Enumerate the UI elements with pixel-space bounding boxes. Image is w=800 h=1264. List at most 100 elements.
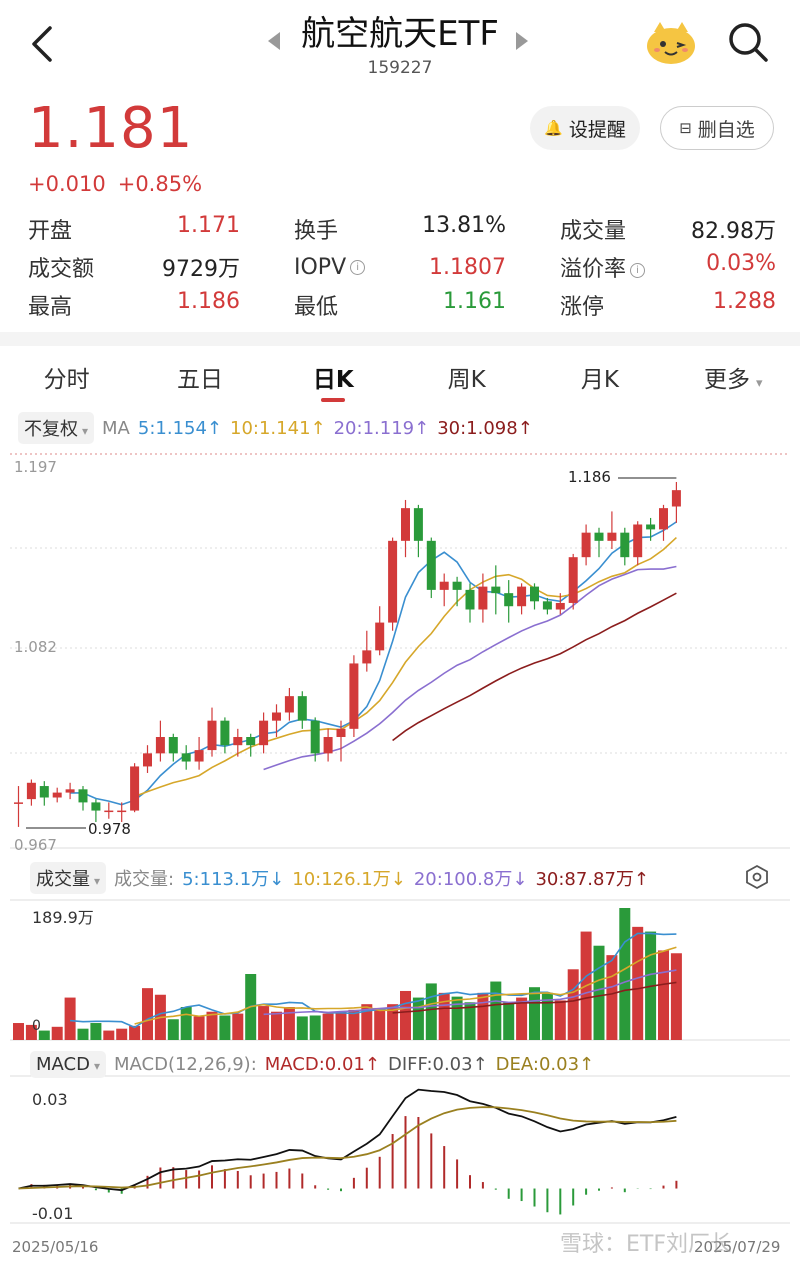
volume-max-label: 189.9万 — [32, 908, 94, 927]
ma30-line — [392, 592, 677, 742]
bell-icon: 🔔 — [544, 119, 563, 137]
candle-body — [336, 728, 346, 738]
tab-label: 五日 — [176, 367, 223, 393]
candle-body — [78, 789, 88, 803]
candle-body — [130, 766, 140, 811]
tab-0[interactable]: 分时 — [0, 352, 133, 408]
settings-hexagon-icon[interactable] — [744, 864, 770, 890]
stat-value: 1.171 — [177, 213, 240, 238]
candle-body — [91, 802, 101, 811]
stat-label: 最高 — [28, 295, 73, 320]
indicator-selector[interactable]: MACD ▾ — [30, 1050, 106, 1078]
legend-item: 5:113.1万↓ — [182, 869, 285, 890]
legend-item: DIFF:0.03↑ — [387, 1053, 488, 1075]
stat-cell: 最低 1.161 — [294, 289, 560, 321]
tab-3[interactable]: 周K — [400, 352, 533, 408]
volume-bar — [529, 987, 540, 1040]
next-security-icon[interactable] — [516, 32, 528, 50]
stat-cell: 最高 1.186 — [28, 289, 294, 321]
tab-2[interactable]: 日K — [267, 352, 400, 408]
candle-body — [426, 540, 436, 590]
candle-body — [413, 508, 423, 541]
stat-value: 1.161 — [443, 289, 506, 314]
candle-body — [659, 508, 668, 530]
ma10-line — [134, 536, 677, 798]
candle-body — [297, 696, 307, 721]
candle-body — [194, 750, 204, 762]
volume-bar — [13, 1023, 24, 1040]
watermark: 雪球：ETF刘厂长 — [560, 1232, 732, 1257]
volume-zero-label: 0 — [32, 1018, 41, 1034]
candle-body — [181, 753, 191, 762]
volume-bar — [142, 988, 153, 1040]
adjust-selector[interactable]: 不复权 ▾ — [18, 412, 95, 444]
top-bar: 航空航天ETF 159227 — [0, 0, 800, 95]
chevron-down-icon: ▾ — [94, 874, 101, 888]
volume-bar — [103, 1030, 115, 1040]
tab-label: 日K — [312, 367, 354, 393]
candle-body — [65, 789, 75, 793]
legend-item: MACD:0.01↑ — [264, 1053, 380, 1075]
tab-4[interactable]: 月K — [533, 352, 666, 408]
candle-body — [259, 720, 269, 746]
remove-watchlist-label: 删自选 — [697, 118, 755, 141]
candle-body — [362, 650, 372, 664]
volume-bar — [503, 1002, 515, 1040]
info-icon[interactable]: i — [630, 262, 646, 278]
legend-item: 10:126.1万↓ — [292, 869, 406, 890]
candle-body — [491, 586, 501, 594]
volume-selector[interactable]: 成交量 ▾ — [30, 862, 107, 894]
start-date: 2025/05/16 — [12, 1238, 99, 1256]
set-alert-button[interactable]: 🔔 设提醒 — [530, 106, 640, 150]
volume-bar — [219, 1015, 231, 1040]
mascot-icon[interactable] — [644, 18, 698, 66]
price-axis-top: 1.197 — [14, 458, 57, 476]
kline-chart[interactable]: 1.186 0.978 — [0, 448, 800, 1238]
candle-body — [220, 720, 230, 746]
volume-bar — [606, 955, 618, 1040]
stat-value: 13.81% — [422, 213, 506, 238]
tab-label: 月K — [580, 367, 620, 393]
volume-bar — [180, 1007, 192, 1040]
tab-5[interactable]: 更多 ▾ — [667, 352, 800, 408]
dea-line — [18, 1106, 677, 1190]
chevron-down-icon: ▾ — [93, 1058, 100, 1073]
volume-bar — [322, 1013, 334, 1040]
stat-value: 9729万 — [162, 257, 240, 282]
high-marker-label: 1.186 — [568, 468, 611, 486]
minus-box-icon: ⊟ — [679, 119, 692, 137]
candle-body — [388, 540, 398, 623]
remove-watchlist-button[interactable]: ⊟ 删自选 — [660, 106, 774, 150]
volume-bar — [554, 1000, 566, 1040]
candle-body — [594, 532, 604, 541]
price-axis-mid: 1.082 — [14, 638, 57, 656]
stat-label: 开盘 — [28, 219, 73, 244]
volume-bar — [438, 992, 450, 1040]
candle-body — [555, 602, 565, 610]
candle-body — [26, 782, 36, 800]
stat-value: 82.98万 — [691, 219, 776, 244]
stat-cell: IOPV i 1.1807 — [294, 255, 560, 280]
candle-body — [349, 663, 359, 729]
macd-legend: MACD ▾ MACD(12,26,9): MACD:0.01↑ DIFF:0.03… — [30, 1048, 602, 1080]
section-divider — [0, 332, 800, 346]
volume-bar — [593, 945, 605, 1040]
stat-label: 涨停 — [560, 295, 605, 320]
candle-body — [207, 720, 217, 751]
low-marker-label: 0.978 — [88, 820, 131, 838]
stat-cell: 涨停 1.288 — [560, 289, 776, 321]
candle-body — [39, 786, 49, 798]
tab-1[interactable]: 五日 — [133, 352, 266, 408]
tab-label: 分时 — [43, 367, 90, 393]
search-icon[interactable] — [726, 20, 770, 64]
info-icon[interactable]: i — [350, 260, 366, 275]
stat-cell: 成交额 9729万 — [28, 251, 294, 283]
candle-body — [246, 737, 256, 746]
volume-bar — [296, 1016, 308, 1040]
stat-label: IOPV — [294, 254, 347, 280]
volume-bar — [193, 1016, 205, 1040]
volume-bar — [167, 1019, 179, 1040]
stat-row: 最高 1.186 最低 1.161 涨停 1.288 — [28, 286, 776, 324]
set-alert-label: 设提醒 — [568, 118, 626, 141]
candle-body — [646, 524, 656, 530]
